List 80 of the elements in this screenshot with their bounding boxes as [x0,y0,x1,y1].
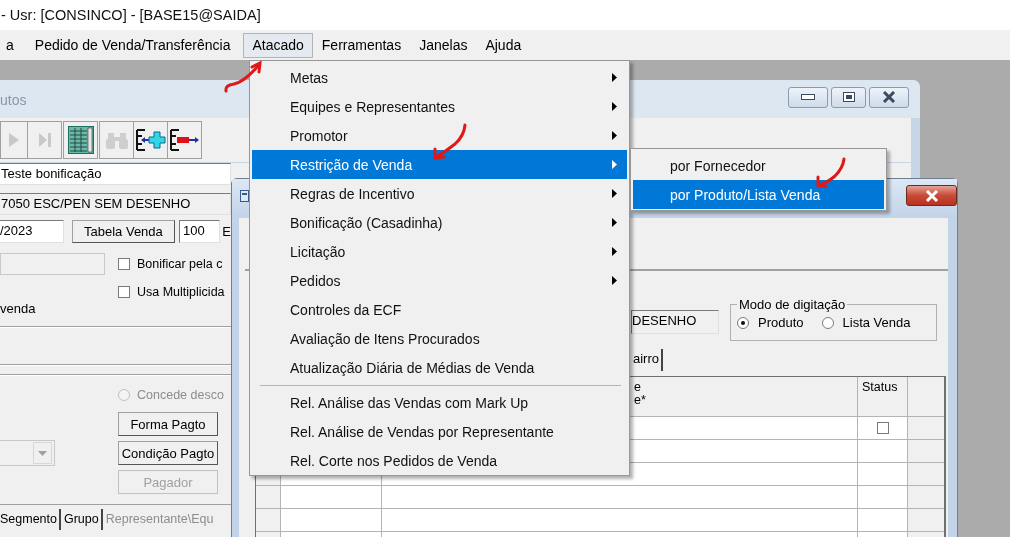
quantity-field[interactable]: 100 [178,220,221,243]
product-field[interactable]: 7050 ESC/PEN SEM DESENHO [0,193,231,215]
submenu-arrow-icon [612,218,617,227]
submenu-arrow-icon [612,160,617,169]
product-field[interactable]: DESENHO [631,310,719,334]
menu-item[interactable]: por Produto/Lista Venda [633,180,884,209]
app-icon [240,189,249,202]
toolbar-button[interactable] [133,121,168,159]
menu-bar-item[interactable]: a [0,32,23,58]
maximize-button[interactable] [831,86,866,108]
minimize-button[interactable] [788,86,828,108]
menu-item[interactable]: Avaliação de Itens Procurados [252,324,627,353]
dropdown-field[interactable] [0,440,55,466]
menu-item[interactable]: Restrição de Venda [252,150,627,179]
menu-item[interactable]: Metas [252,63,627,92]
submenu-arrow-icon [612,247,617,256]
menu-item[interactable]: Pedidos [252,266,627,295]
menu-bar-item[interactable]: Ajuda [476,32,531,58]
action-button[interactable]: Forma Pagto [118,412,218,436]
app-title: - Usr: [CONSINCO] - [BASE15@SAIDA] [1,7,261,23]
checkbox-label: Bonificar pela c [137,257,223,271]
toolbar-button[interactable] [167,121,202,159]
maximize-icon [842,92,855,102]
table-cell [908,486,944,509]
submenu-arrow-icon [612,73,617,82]
menu-item[interactable]: Rel. Análise de Vendas por Representante [252,417,627,446]
binoculars-icon [105,131,128,149]
tab[interactable]: Grupo [64,509,103,530]
checkbox[interactable] [118,258,130,270]
action-button[interactable]: Condição Pagto [118,441,218,465]
menu-item[interactable]: por Fornecedor [633,151,884,180]
field-label: E [222,224,231,239]
submenu-arrow-icon [612,102,617,111]
tab[interactable]: Segmento [0,509,61,530]
table-cell [908,440,944,463]
description-field[interactable]: Teste bonificação [0,163,231,185]
tab[interactable]: airro [632,349,663,371]
close-icon [924,189,939,202]
radio-button[interactable] [821,316,834,329]
submenu-arrow-icon [612,131,617,140]
radio-label: Produto [758,315,804,330]
remove-row-icon [169,128,200,152]
label-text: venda [0,301,37,317]
arrow-annotation [816,157,846,188]
date-field[interactable]: /2023 [0,220,64,243]
menu-item[interactable]: Equipes e Representantes [252,92,627,121]
menu-bar-item[interactable]: Janelas [410,32,477,58]
radio-button[interactable] [737,316,749,329]
menu-item[interactable]: Controles da ECF [252,295,627,324]
close-button[interactable] [906,185,957,206]
window-title: utos [0,92,27,108]
close-button[interactable] [869,86,909,108]
caret-icon [38,450,47,456]
skip-end-icon [37,132,52,148]
radio-label: Lista Venda [842,315,911,330]
menu-item[interactable]: Rel. Corte nos Pedidos de Venda [252,446,627,475]
submenu-arrow-icon [612,276,617,285]
close-icon [882,91,896,103]
menu-bar-item[interactable]: Ferramentas [312,32,411,58]
play-icon [8,132,20,148]
column-header: Status [858,377,908,417]
grid-icon [67,126,94,154]
menu-bar-item[interactable]: Atacado [243,32,313,58]
arrow-annotation [433,123,467,160]
price-table-button[interactable]: Tabela Venda [71,220,175,243]
row-header-cell [256,486,281,509]
checkbox[interactable] [876,422,889,434]
checkbox-label: Usa Multiplicida [137,285,225,299]
arrow-annotation [224,60,262,93]
menu-item[interactable]: Regras de Incentivo [252,179,627,208]
group-label: Modo de digitação [738,297,847,312]
submenu-arrow-icon [612,189,617,198]
checkbox[interactable] [118,286,130,298]
menu-item[interactable]: Bonificação (Casadinha) [252,208,627,237]
minimize-icon [801,94,815,100]
radio-label: Concede desco [137,388,224,402]
menu-item[interactable]: Licitação [252,237,627,266]
menu-bar-item[interactable]: Pedido de Venda/Transferência [25,32,240,58]
table-cell [908,463,944,486]
add-row-icon [135,128,166,152]
